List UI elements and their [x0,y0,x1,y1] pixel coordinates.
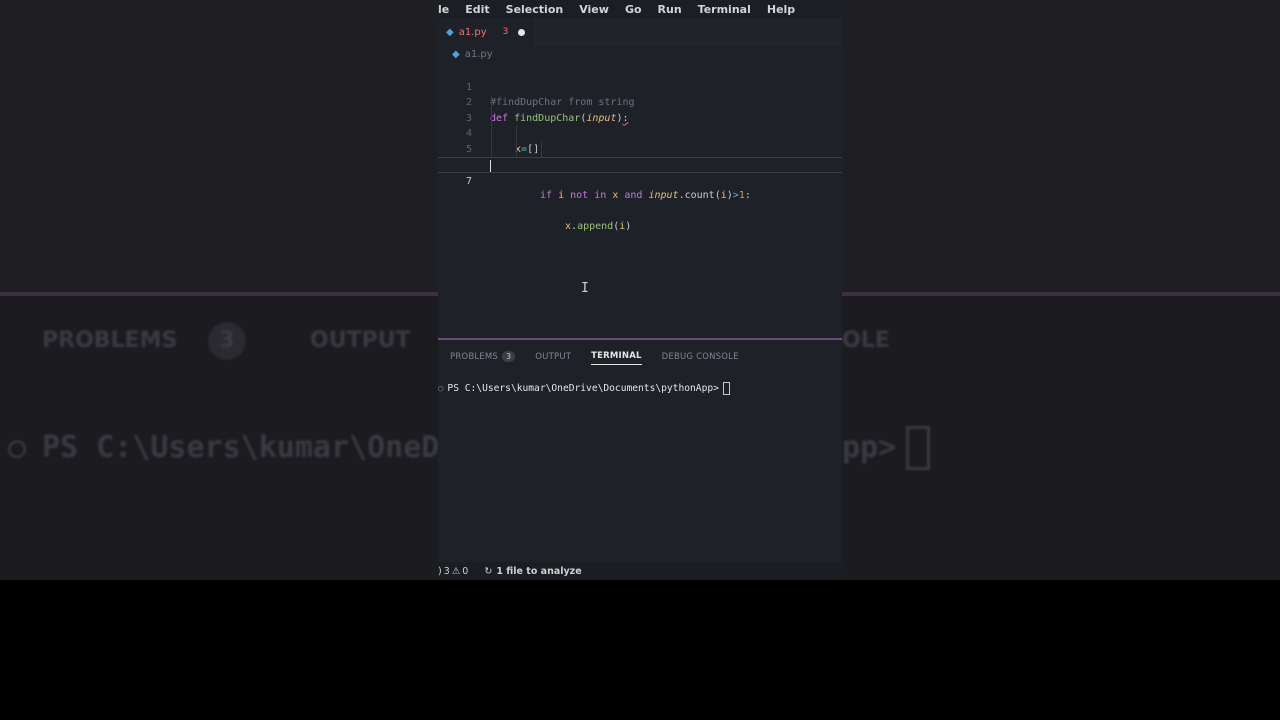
error-count: 3 [443,565,450,577]
ghost-problems-badge: 3 [208,322,246,360]
code-line-1: 1 #findDupChar from string [438,64,842,109]
tab-problems-label: PROBLEMS [450,352,498,362]
status-bar: ) 3 ⚠ 0 ↻ 1 file to analyze [438,562,842,580]
ghost-console-tail: OLE [842,328,890,353]
error-icon: ) [438,565,442,577]
code-line-4: 4 for i in input: [438,110,842,170]
indent-guide [491,141,492,157]
background-blur-right: OLE pp> [842,0,1280,720]
background-bottom [842,580,1280,720]
python-file-icon: ◆ [446,26,454,38]
indent-guide [516,141,517,157]
menu-edit[interactable]: Edit [465,3,489,16]
tab-output[interactable]: OUTPUT [535,352,571,365]
terminal-prompt: PS C:\Users\kumar\OneDrive\Documents\pyt… [447,383,719,394]
indent-guide [491,126,492,142]
indent-guide [541,141,542,157]
editor-tab-bar: ◆ a1.py 3 [438,18,842,46]
tab-problem-count: 3 [502,27,509,37]
warning-count: 0 [462,565,469,577]
code-line-3: 3 x=[] [438,95,842,155]
menu-selection[interactable]: Selection [506,3,564,16]
ghost-problems-label: PROBLEMS [42,328,178,353]
ghost-prompt-left: PS C:\Users\kumar\OneD [42,430,438,465]
line-text: if i not in x and input.count(i)>1: [540,190,751,201]
tab-a1-py[interactable]: ◆ a1.py 3 [438,18,534,46]
tab-problems[interactable]: PROBLEMS 3 [450,351,516,365]
status-analyze[interactable]: ↻ 1 file to analyze [484,566,583,577]
tab-debug-console[interactable]: DEBUG CONSOLE [662,352,739,365]
menu-view[interactable]: View [579,3,609,16]
panel-tabs: PROBLEMS 3 OUTPUT TERMINAL DEBUG CONSOLE [438,346,842,370]
ghost-output-label: OUTPUT [310,328,411,353]
indent-guide [516,126,517,142]
breadcrumb-file[interactable]: a1.py [465,49,493,60]
status-problems[interactable]: ) 3 ⚠ 0 [438,566,470,577]
problems-badge: 3 [502,351,516,362]
code-editor[interactable]: 1 #findDupChar from string 2 def findDup… [438,64,842,232]
background-blur-left: PROBLEMS 3 OUTPUT ○ PS C:\Users\kumar\On… [0,0,438,720]
terminal-cursor [722,382,730,395]
menu-bar: le Edit Selection View Go Run Terminal H… [438,0,842,18]
warning-icon: ⚠ [451,565,461,577]
breadcrumb: ◆ a1.py [452,49,493,60]
ibeam-cursor-icon: I [581,281,589,296]
menu-terminal[interactable]: Terminal [698,3,751,16]
terminal-status-icon: ○ [438,383,444,394]
terminal-prompt-line[interactable]: ○ PS C:\Users\kumar\OneDrive\Documents\p… [438,382,730,395]
analyze-text: 1 file to analyze [496,565,582,577]
code-line-2: 2 def findDupChar(input): [438,80,842,124]
menu-go[interactable]: Go [625,3,642,16]
line-number: 7 [465,175,472,187]
menu-file[interactable]: le [438,3,449,16]
background-bottom [0,580,438,720]
tab-terminal[interactable]: TERMINAL [591,351,642,365]
indent-guide [491,110,492,126]
tab-filename: a1.py [458,26,487,38]
text-caret [490,160,491,172]
sync-icon: ↻ [484,565,493,577]
ghost-prompt-right: pp> [842,430,897,465]
code-line-6: 6 x.append(i) [438,141,842,232]
code-line-5: 5 if i not in x and input.count(i)>1: [438,126,842,201]
menu-run[interactable]: Run [658,3,682,16]
bottom-panel: PROBLEMS 3 OUTPUT TERMINAL DEBUG CONSOLE … [438,338,842,564]
line-text: x.append(i) [565,221,632,232]
ghost-cursor [906,426,930,470]
python-file-icon: ◆ [452,49,460,60]
indent-guide [491,95,492,111]
vscode-window: le Edit Selection View Go Run Terminal H… [438,0,842,580]
ghost-terminal-dot: ○ [8,430,27,465]
menu-help[interactable]: Help [767,3,795,16]
code-line-7: 7 [438,157,842,187]
unsaved-dot-icon[interactable] [518,28,526,36]
